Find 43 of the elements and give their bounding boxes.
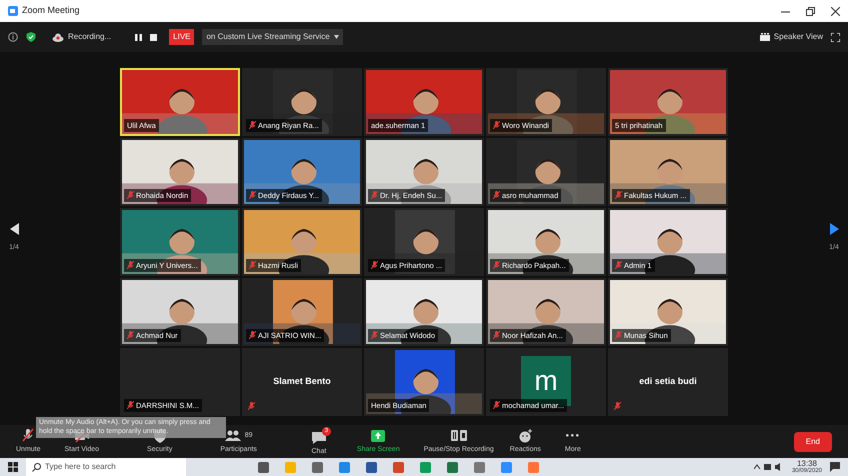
chat-icon xyxy=(310,430,327,446)
pause-icon[interactable] xyxy=(135,34,142,40)
search-field[interactable]: Type here to search xyxy=(26,458,186,476)
taskbar-app-icon[interactable] xyxy=(447,462,458,472)
restore-icon[interactable] xyxy=(806,6,815,16)
cloud-icon xyxy=(52,32,64,42)
shield-icon[interactable] xyxy=(26,32,36,42)
taskbar-app-icon[interactable] xyxy=(339,462,350,472)
live-badge: LIVE xyxy=(169,29,194,45)
taskbar-app-icon[interactable] xyxy=(420,462,431,472)
muted-microphone-icon xyxy=(20,428,36,444)
taskbar-app-icon[interactable] xyxy=(258,462,269,472)
participant-name: Slamet Bento xyxy=(272,375,332,388)
caret-icon xyxy=(334,35,339,39)
fullscreen-icon[interactable] xyxy=(831,32,840,42)
zoom-logo-icon xyxy=(8,6,18,16)
notifications-icon[interactable] xyxy=(830,462,840,472)
window-title: Zoom Meeting xyxy=(22,4,80,18)
windows-start-icon[interactable] xyxy=(8,462,18,472)
streaming-dropdown[interactable]: on Custom Live Streaming Service xyxy=(202,29,343,45)
taskbar-app-icon[interactable] xyxy=(366,462,377,472)
share-screen-icon xyxy=(370,428,386,444)
taskbar-app-icon[interactable] xyxy=(474,462,485,472)
close-icon[interactable] xyxy=(831,6,840,16)
search-placeholder: Type here to search xyxy=(45,461,116,473)
taskbar-app-icon[interactable] xyxy=(312,462,323,472)
end-meeting-button[interactable]: End xyxy=(794,432,832,452)
participant-name: edi setia budi xyxy=(638,375,698,388)
previous-page-arrow-icon[interactable] xyxy=(10,223,18,236)
recording-status: Recording... xyxy=(68,31,112,43)
info-icon[interactable] xyxy=(8,32,18,42)
next-page-arrow-icon[interactable] xyxy=(830,223,838,236)
stop-icon[interactable] xyxy=(150,34,158,40)
smiley-icon xyxy=(517,428,534,444)
grid-view-icon xyxy=(760,33,770,41)
pause-stop-icon xyxy=(450,428,467,444)
more-icon xyxy=(566,434,580,438)
taskbar-app-icon[interactable] xyxy=(501,462,512,472)
search-icon xyxy=(32,462,41,472)
clock-time: 13:38 xyxy=(796,460,817,468)
people-icon xyxy=(224,428,241,444)
speaker-view-button[interactable]: Speaker View xyxy=(760,31,823,43)
taskbar-app-icon[interactable] xyxy=(393,462,404,472)
